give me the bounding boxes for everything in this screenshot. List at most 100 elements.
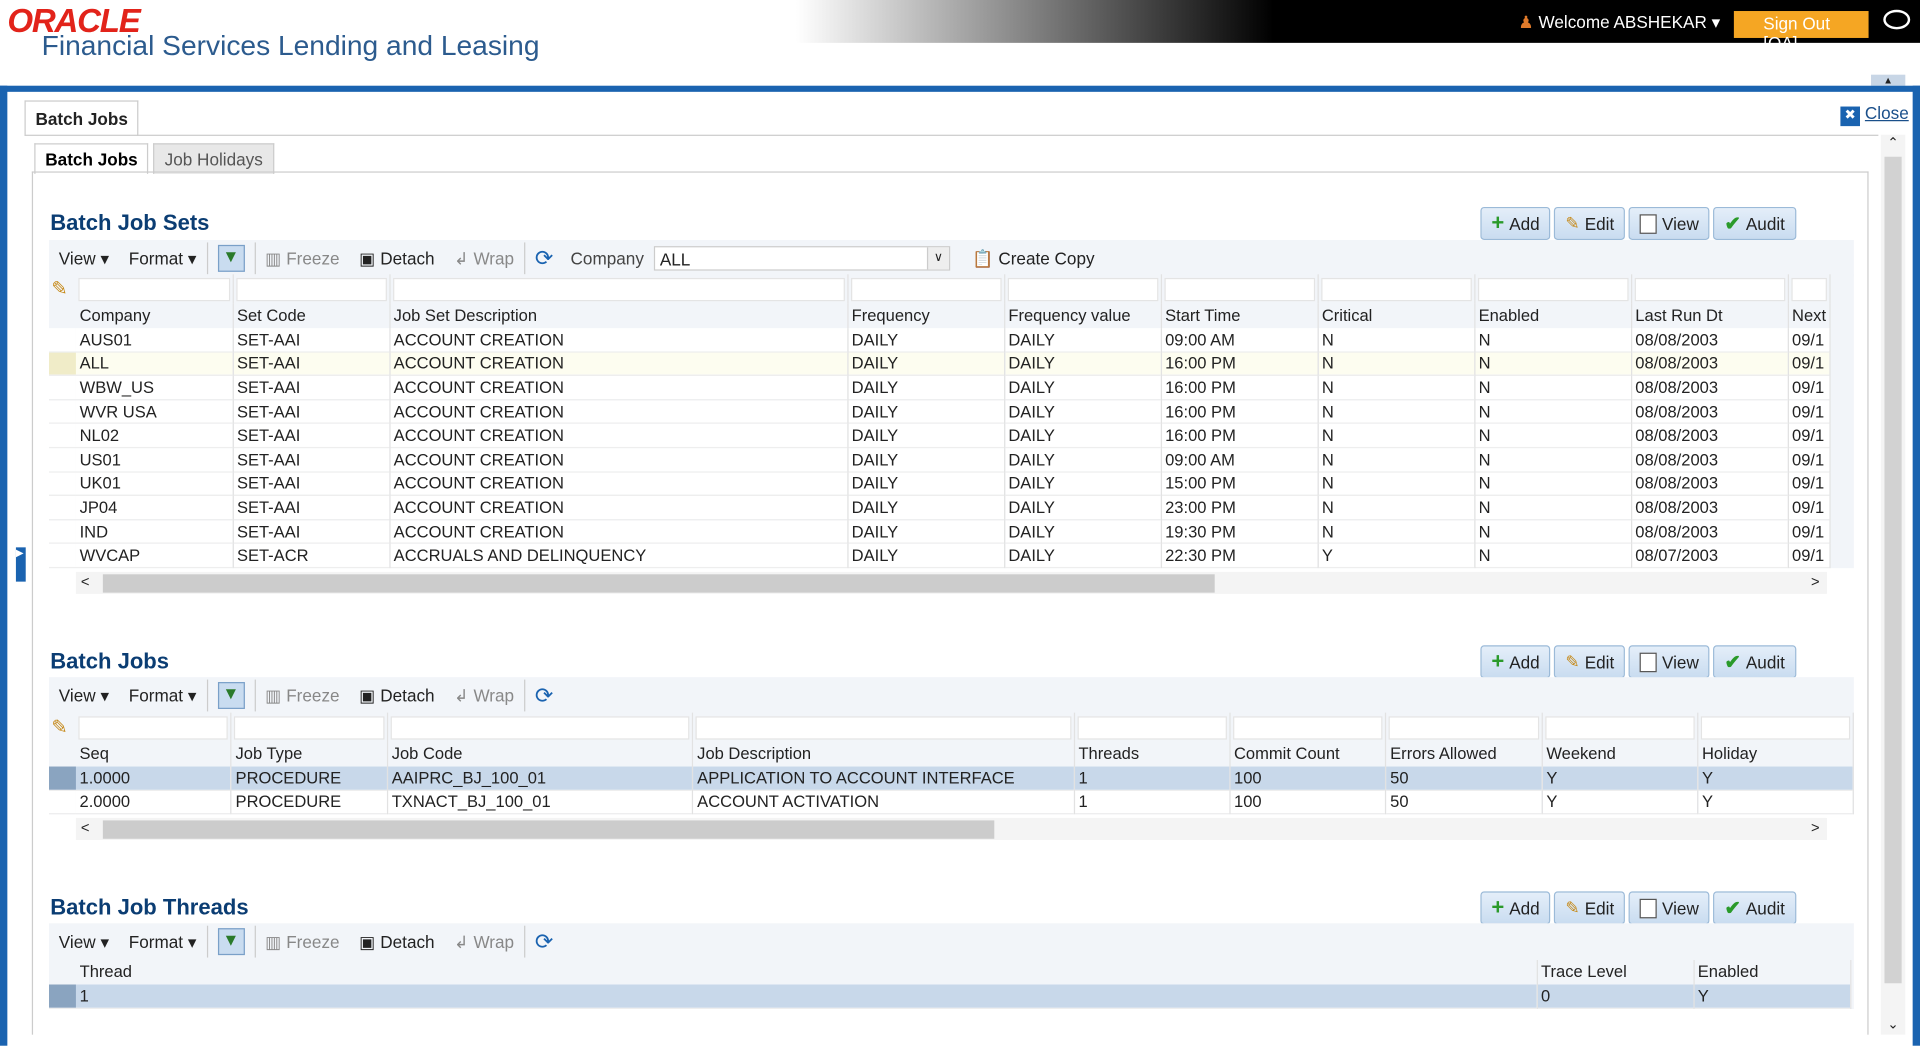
wrap-button[interactable]: ↲ Wrap	[444, 931, 524, 952]
table-row[interactable]: ALL SET-AAI ACCOUNT CREATION DAILY DAILY 16:0…	[48, 351, 1831, 376]
table-row[interactable]: US01 SET-AAI ACCOUNT CREATION DAILY DAILY 09:…	[48, 447, 1831, 472]
table-row[interactable]: NL02 SET-AAI ACCOUNT CREATION DAILY DAILY 16:…	[48, 423, 1831, 448]
detach-button[interactable]: ▣ Detach	[349, 931, 444, 952]
table-row[interactable]: WBW_US SET-AAI ACCOUNT CREATION DAILY DAILY 1…	[48, 375, 1831, 400]
filter-input[interactable]	[75, 712, 232, 743]
add-button[interactable]: + Add	[1480, 206, 1551, 241]
row-header[interactable]	[49, 328, 76, 352]
column-header[interactable]: Thread	[75, 960, 1538, 984]
close-button[interactable]: ✖ Close	[1840, 103, 1909, 127]
table-row[interactable]: IND SET-AAI ACCOUNT CREATION DAILY DAILY 19:3…	[48, 519, 1831, 544]
page-scrollbar[interactable]: ⌃ ⌄	[1880, 134, 1906, 1035]
audit-button[interactable]: ✔ Audit	[1713, 206, 1796, 241]
row-header[interactable]	[49, 448, 76, 472]
filter-input[interactable]	[1004, 274, 1162, 304]
filter-input[interactable]	[1229, 712, 1387, 743]
table-row[interactable]: AUS01 SET-AAI ACCOUNT CREATION DAILY DAILY 09…	[48, 327, 1831, 352]
format-menu[interactable]: Format ▾	[119, 931, 206, 952]
column-header[interactable]: Enabled	[1693, 960, 1851, 984]
filter-input[interactable]	[847, 274, 1005, 304]
tab-job-holidays[interactable]: Job Holidays	[153, 143, 274, 174]
view-menu[interactable]: View ▾	[49, 248, 119, 269]
filter-input[interactable]	[387, 712, 694, 743]
horizontal-scrollbar[interactable]: < >	[75, 571, 1827, 594]
edit-button[interactable]: ✎ Edit	[1554, 206, 1626, 241]
column-header[interactable]: Weekend	[1542, 742, 1699, 767]
column-header[interactable]: Errors Allowed	[1385, 742, 1543, 767]
clear-filter-icon[interactable]: ✎	[49, 713, 76, 742]
query-by-example-button[interactable]: ▼	[208, 682, 255, 709]
edit-button[interactable]: ✎ Edit	[1554, 645, 1626, 679]
refresh-icon[interactable]: ⟳	[525, 683, 563, 709]
column-header[interactable]: Enabled	[1474, 303, 1632, 328]
row-header[interactable]	[49, 544, 76, 568]
filter-input[interactable]	[1160, 274, 1319, 304]
row-header[interactable]	[49, 472, 76, 496]
filter-input[interactable]	[75, 274, 234, 304]
user-menu[interactable]: ♟ Welcome ABSHEKAR ▾	[1518, 12, 1720, 33]
column-header[interactable]: Frequency	[847, 303, 1005, 328]
row-header[interactable]	[48, 351, 76, 376]
audit-button[interactable]: ✔ Audit	[1713, 645, 1796, 679]
column-header[interactable]: Start Time	[1160, 303, 1319, 328]
table-row[interactable]: 2.0000 PROCEDURE TXNACT_BJ_100_01 ACCOUNT A…	[48, 790, 1854, 815]
view-menu[interactable]: View ▾	[49, 685, 119, 706]
row-header[interactable]	[49, 520, 76, 544]
table-row[interactable]: 10Y	[48, 983, 1851, 1008]
company-select[interactable]: ALL ∨	[653, 246, 951, 271]
audit-button[interactable]: ✔ Audit	[1713, 891, 1796, 925]
row-header[interactable]	[49, 424, 76, 448]
filter-input[interactable]	[1385, 712, 1543, 743]
sign-out-button[interactable]: Sign Out [QA]	[1733, 11, 1869, 53]
filter-input[interactable]	[1631, 274, 1789, 304]
row-header[interactable]	[49, 376, 76, 400]
column-header[interactable]: Company	[75, 303, 234, 328]
row-header[interactable]	[48, 983, 76, 1008]
table-row[interactable]: WVCAP SET-ACR ACCRUALS AND DELINQUENCY DAIL…	[48, 543, 1831, 568]
filter-input[interactable]	[1787, 274, 1831, 304]
filter-input[interactable]	[1317, 274, 1475, 304]
filter-input[interactable]	[1697, 712, 1854, 743]
table-row[interactable]: UK01 SET-AAI ACCOUNT CREATION DAILY DAILY 15:…	[48, 471, 1831, 496]
column-header[interactable]: Critical	[1317, 303, 1475, 328]
column-header[interactable]: Frequency value	[1004, 303, 1162, 328]
freeze-button[interactable]: ▥ Freeze	[255, 685, 349, 706]
table-row[interactable]: 1.0000 PROCEDURE AAIPRC_BJ_100_01 APPLICATI…	[48, 766, 1854, 791]
column-header[interactable]: Last Run Dt	[1631, 303, 1789, 328]
page-tab[interactable]: Batch Jobs	[24, 100, 139, 136]
row-header[interactable]	[49, 496, 76, 520]
row-header[interactable]	[49, 790, 76, 814]
tab-batch-jobs[interactable]: Batch Jobs	[34, 143, 149, 174]
column-header[interactable]: Trace Level	[1536, 960, 1695, 984]
detach-button[interactable]: ▣ Detach	[349, 248, 444, 269]
wrap-button[interactable]: ↲ Wrap	[444, 248, 524, 269]
view-menu[interactable]: View ▾	[49, 931, 119, 952]
column-header[interactable]: Job Description	[692, 742, 1075, 767]
clear-filter-icon[interactable]: ✎	[49, 274, 76, 303]
table-row[interactable]: WVR USA SET-AAI ACCOUNT CREATION DAILY DAILY…	[48, 399, 1831, 424]
row-header[interactable]	[49, 400, 76, 424]
filter-input[interactable]	[389, 274, 848, 304]
freeze-button[interactable]: ▥ Freeze	[255, 931, 349, 952]
freeze-button[interactable]: ▥ Freeze	[255, 248, 349, 269]
wrap-button[interactable]: ↲ Wrap	[444, 685, 524, 706]
filter-input[interactable]	[231, 712, 389, 743]
column-header[interactable]: Seq	[75, 742, 232, 767]
table-row[interactable]: JP04 SET-AAI ACCOUNT CREATION DAILY DAILY 23:…	[48, 495, 1831, 520]
row-header[interactable]	[48, 766, 76, 791]
column-header[interactable]: Job Code	[387, 742, 694, 767]
refresh-icon[interactable]: ⟳	[525, 929, 563, 955]
filter-input[interactable]	[1474, 274, 1632, 304]
column-header[interactable]: Set Code	[232, 303, 391, 328]
filter-input[interactable]	[232, 274, 391, 304]
detach-button[interactable]: ▣ Detach	[349, 685, 444, 706]
refresh-icon[interactable]: ⟳	[525, 246, 563, 272]
column-header[interactable]: Next	[1787, 303, 1831, 328]
format-menu[interactable]: Format ▾	[119, 685, 206, 706]
column-header[interactable]: Job Set Description	[389, 303, 848, 328]
column-header[interactable]: Job Type	[231, 742, 389, 767]
add-button[interactable]: + Add	[1480, 891, 1551, 925]
format-menu[interactable]: Format ▾	[119, 248, 206, 269]
filter-input[interactable]	[1074, 712, 1231, 743]
column-header[interactable]: Holiday	[1697, 742, 1854, 767]
